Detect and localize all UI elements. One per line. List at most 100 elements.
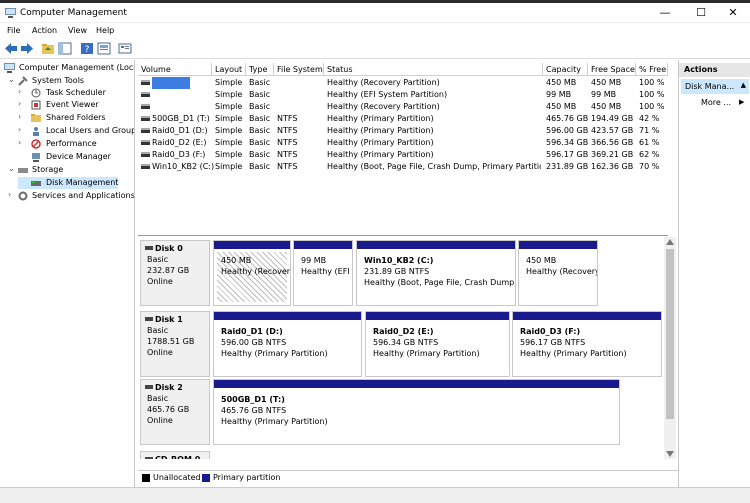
volume-cell-free: 162.36 GB bbox=[591, 162, 634, 171]
col-header-file-system[interactable]: File System bbox=[274, 63, 324, 76]
back-arrow-icon[interactable] bbox=[4, 42, 18, 55]
volume-cell-status: Healthy (Primary Partition) bbox=[327, 150, 434, 159]
col-header-free-space[interactable]: Free Space bbox=[588, 63, 636, 76]
minimize-button[interactable]: — bbox=[648, 3, 682, 23]
show-hide-console-tree-icon[interactable] bbox=[58, 42, 72, 55]
window-title: Computer Management bbox=[20, 8, 127, 18]
chevron-right-icon[interactable]: › bbox=[18, 99, 21, 108]
action-label: Disk Mana... bbox=[685, 82, 735, 91]
actions-header: Actions bbox=[679, 63, 750, 77]
partition-body: Raid0_D1 (D:) 596.00 GB NTFS Healthy (Prim… bbox=[217, 323, 358, 373]
partition[interactable]: Raid0_D2 (E:) 596.34 GB NTFS Healthy (Prim… bbox=[365, 311, 510, 377]
volume-row[interactable]: Simple Basic Healthy (EFI System Partition… bbox=[138, 89, 668, 101]
volume-row[interactable]: Simple Basic Healthy (Recovery Partition) 4… bbox=[138, 77, 668, 89]
partition[interactable]: 450 MB Healthy (Recovery bbox=[518, 240, 598, 306]
disk-label[interactable]: Disk 2 Basic 465.76 GB Online bbox=[140, 379, 210, 445]
menu-action[interactable]: Action bbox=[32, 26, 57, 35]
partition-body: Raid0_D2 (E:) 596.34 GB NTFS Healthy (Prim… bbox=[369, 323, 506, 373]
expand-arrow-icon[interactable]: ▲ bbox=[741, 81, 746, 89]
disk-state: Online bbox=[147, 416, 173, 425]
chevron-right-icon[interactable]: › bbox=[18, 87, 21, 96]
scroll-up-arrow-icon[interactable] bbox=[666, 239, 674, 245]
partition[interactable]: 500GB_D1 (T:) 465.76 GB NTFS Healthy (Prim… bbox=[213, 379, 620, 445]
scroll-down-arrow-icon[interactable] bbox=[666, 451, 674, 457]
chevron-right-icon[interactable]: › bbox=[18, 125, 21, 134]
actions-pane: Actions Disk Mana... ▲ More ... ▶ bbox=[678, 60, 750, 487]
col-header-layout[interactable]: Layout bbox=[212, 63, 246, 76]
col-header-volume[interactable]: Volume bbox=[138, 63, 212, 76]
help-icon[interactable]: ? bbox=[80, 42, 94, 55]
volume-cell-layout: Simple bbox=[215, 78, 243, 87]
scroll-thumb[interactable] bbox=[666, 249, 674, 419]
tree-item-disk-management[interactable]: Disk Management bbox=[18, 177, 118, 189]
volume-row[interactable]: Raid0_D2 (E:) Simple Basic NTFS Healthy (Pri… bbox=[138, 137, 668, 149]
menu-file[interactable]: File bbox=[7, 26, 20, 35]
partition-body: 450 MB Healthy (Recovery bbox=[522, 252, 598, 302]
partition-title: Raid0_D2 (E:) bbox=[373, 327, 434, 336]
disk-map-scrollbar[interactable] bbox=[664, 237, 676, 459]
volume-row[interactable]: 500GB_D1 (T:) Simple Basic NTFS Healthy (Pri… bbox=[138, 113, 668, 125]
partition-size: 465.76 GB NTFS bbox=[221, 406, 287, 415]
col-header-type[interactable]: Type bbox=[246, 63, 274, 76]
partition[interactable]: Raid0_D3 (F:) 596.17 GB NTFS Healthy (Prim… bbox=[512, 311, 662, 377]
volume-cell-pct: 62 % bbox=[639, 150, 660, 159]
partition-status: Healthy (Primary Partition) bbox=[520, 349, 627, 358]
partition[interactable]: Raid0_D1 (D:) 596.00 GB NTFS Healthy (Prim… bbox=[213, 311, 362, 377]
tree-item-label: Device Manager bbox=[46, 152, 111, 161]
partition-title: 500GB_D1 (T:) bbox=[221, 395, 285, 404]
volume-icon bbox=[141, 152, 150, 157]
close-button[interactable]: ✕ bbox=[716, 3, 750, 23]
partition-body: 99 MB Healthy (EFI S bbox=[297, 252, 352, 302]
chevron-right-icon[interactable]: › bbox=[18, 112, 21, 121]
partition-title: Raid0_D1 (D:) bbox=[221, 327, 283, 336]
tools-icon bbox=[18, 76, 28, 86]
volume-cell-pct: 61 % bbox=[639, 138, 660, 147]
volume-cell-pct: 70 % bbox=[639, 162, 660, 171]
partition-type-bar bbox=[519, 241, 597, 249]
menu-help[interactable]: Help bbox=[96, 26, 114, 35]
volume-icon bbox=[141, 104, 150, 109]
disk-label[interactable]: CD-ROM 0DVD (Z:) bbox=[140, 451, 210, 459]
volume-row[interactable]: Raid0_D3 (F:) Simple Basic NTFS Healthy (Pri… bbox=[138, 149, 668, 161]
partition[interactable]: 450 MB Healthy (Recovery bbox=[213, 240, 291, 306]
action-more[interactable]: More ... ▶ bbox=[701, 98, 744, 107]
menu-view[interactable]: View bbox=[68, 26, 87, 35]
disk-name: Disk 1 bbox=[155, 315, 183, 324]
volume-cell-capacity: 450 MB bbox=[546, 78, 577, 87]
maximize-button[interactable]: ☐ bbox=[684, 3, 718, 23]
volume-cell-fs: NTFS bbox=[277, 114, 298, 123]
volume-cell-type: Basic bbox=[249, 162, 271, 171]
partition-type-bar bbox=[357, 241, 515, 249]
menu-bar: File Action View Help bbox=[0, 23, 750, 39]
chevron-down-icon[interactable]: ⌄ bbox=[8, 75, 15, 84]
disk-label[interactable]: Disk 0 Basic 232.87 GB Online bbox=[140, 240, 210, 306]
disk-map: Disk 0 Basic 232.87 GB Online 450 MB Healthy … bbox=[138, 237, 664, 459]
forward-arrow-icon[interactable] bbox=[20, 42, 34, 55]
partition-size: 596.00 GB NTFS bbox=[221, 338, 287, 347]
partition-size: 596.17 GB NTFS bbox=[520, 338, 586, 347]
partition[interactable]: 99 MB Healthy (EFI S bbox=[293, 240, 353, 306]
volume-row[interactable]: Win10_KB2 (C:) Simple Basic NTFS Healthy (Bo… bbox=[138, 161, 668, 173]
action-disk-management[interactable]: Disk Mana... ▲ bbox=[681, 79, 749, 94]
chevron-right-icon[interactable]: › bbox=[8, 190, 11, 199]
volume-icon bbox=[141, 164, 150, 169]
disk-icon bbox=[145, 246, 153, 250]
up-folder-icon[interactable] bbox=[41, 42, 55, 55]
disk-label[interactable]: Disk 1 Basic 1788.51 GB Online bbox=[140, 311, 210, 377]
disk-icon bbox=[31, 181, 41, 186]
volume-row[interactable]: Raid0_D1 (D:) Simple Basic NTFS Healthy (Pri… bbox=[138, 125, 668, 137]
volume-row[interactable]: Simple Basic Healthy (Recovery Partition) 4… bbox=[138, 101, 668, 113]
partition-size: 231.89 GB NTFS bbox=[364, 267, 430, 276]
col-header-pct-free[interactable]: % Free bbox=[636, 63, 668, 76]
chevron-right-icon[interactable]: › bbox=[18, 138, 21, 147]
chevron-down-icon[interactable]: ⌄ bbox=[8, 164, 15, 173]
partition-status: Healthy (Recovery bbox=[526, 267, 598, 276]
partition-type-bar bbox=[513, 312, 661, 320]
properties-icon[interactable] bbox=[97, 42, 111, 55]
volume-cell-capacity: 596.17 GB bbox=[546, 150, 588, 159]
console-window-icon[interactable] bbox=[118, 42, 132, 55]
col-header-status[interactable]: Status bbox=[324, 63, 543, 76]
col-header-capacity[interactable]: Capacity bbox=[543, 63, 588, 76]
partition[interactable]: Win10_KB2 (C:) 231.89 GB NTFS Healthy (Boo… bbox=[356, 240, 516, 306]
volume-cell-type: Basic bbox=[249, 90, 271, 99]
